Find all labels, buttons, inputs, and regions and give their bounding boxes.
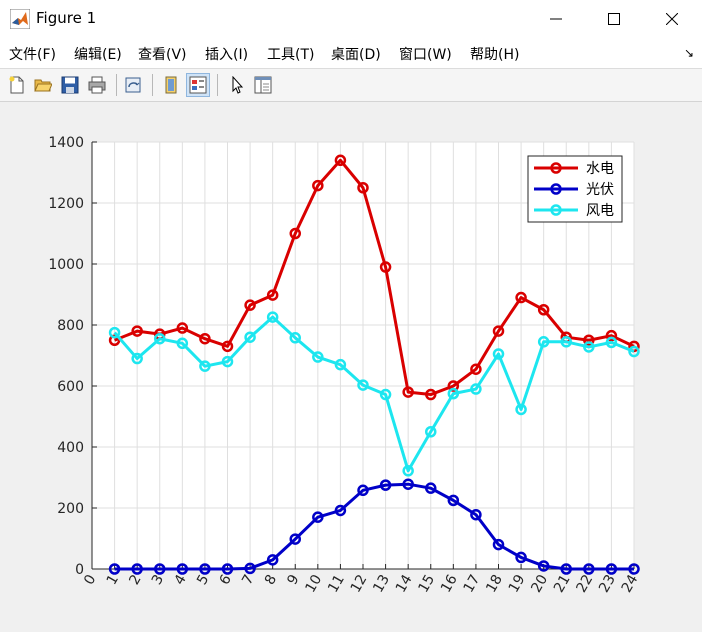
x-tick-label: 14 bbox=[393, 572, 416, 596]
menu-desktop[interactable]: 桌面(D) bbox=[331, 44, 381, 64]
x-tick-label: 12 bbox=[348, 572, 371, 595]
toolbar bbox=[0, 69, 702, 102]
minimize-button[interactable] bbox=[527, 0, 585, 38]
open-file-icon[interactable] bbox=[31, 73, 55, 97]
hide-plot-tools-icon[interactable] bbox=[159, 73, 183, 97]
x-tick-label: 13 bbox=[370, 572, 393, 595]
edit-plot-icon[interactable] bbox=[225, 73, 249, 97]
menu-edit[interactable]: 编辑(E) bbox=[74, 44, 122, 64]
y-tick-label: 200 bbox=[57, 501, 84, 517]
toolbar-separator bbox=[152, 74, 153, 96]
x-tick-label: 22 bbox=[574, 572, 597, 595]
dock-arrow-icon[interactable]: ↘ bbox=[684, 46, 694, 60]
show-plot-tools-icon[interactable] bbox=[186, 73, 210, 97]
x-tick-label: 15 bbox=[415, 572, 438, 595]
menu-bar: 文件(F) 编辑(E) 查看(V) 插入(I) 工具(T) 桌面(D) 窗口(W… bbox=[0, 38, 702, 69]
x-tick-label: 19 bbox=[506, 572, 529, 595]
title-bar: Figure 1 bbox=[0, 0, 702, 38]
close-icon bbox=[666, 13, 678, 25]
y-tick-label: 600 bbox=[57, 379, 84, 395]
maximize-icon bbox=[608, 13, 620, 25]
menu-tools[interactable]: 工具(T) bbox=[267, 44, 314, 64]
toolbar-separator bbox=[217, 74, 218, 96]
window-title: Figure 1 bbox=[36, 9, 97, 27]
maximize-button[interactable] bbox=[585, 0, 643, 38]
menu-file[interactable]: 文件(F) bbox=[9, 44, 56, 64]
x-tick-label: 10 bbox=[303, 572, 326, 595]
y-tick-label: 400 bbox=[57, 440, 84, 456]
y-tick-label: 1200 bbox=[48, 196, 84, 212]
x-tick-label: 20 bbox=[528, 572, 551, 595]
toolbar-separator bbox=[116, 74, 117, 96]
line-chart: 0 1 2 3 4 5 6 7 8 9 10 11 12 13 14 15 16 17 18 19 20 21 22 23 24… bbox=[48, 135, 642, 596]
menu-window[interactable]: 窗口(W) bbox=[399, 44, 452, 64]
x-tick-label: 23 bbox=[596, 572, 619, 595]
y-tick-label: 1000 bbox=[48, 257, 84, 273]
legend-label: 水电 bbox=[586, 161, 614, 177]
x-tick-label: 8 bbox=[262, 572, 280, 588]
x-tick-label: 18 bbox=[483, 572, 506, 595]
x-tick-label: 7 bbox=[239, 572, 257, 588]
save-figure-icon[interactable] bbox=[58, 73, 82, 97]
x-tick-label: 9 bbox=[284, 572, 302, 588]
x-tick-label: 24 bbox=[619, 572, 642, 596]
link-plot-icon[interactable] bbox=[121, 73, 145, 97]
menu-insert[interactable]: 插入(I) bbox=[205, 44, 248, 64]
legend-label: 光伏 bbox=[586, 182, 614, 198]
y-tick-label: 800 bbox=[57, 318, 84, 334]
x-tick-label: 11 bbox=[325, 572, 348, 595]
y-tick-label: 0 bbox=[75, 562, 84, 578]
figure-canvas: 0 1 2 3 4 5 6 7 8 9 10 11 12 13 14 15 16 17 18 19 20 21 22 23 24… bbox=[0, 102, 702, 628]
menu-view[interactable]: 查看(V) bbox=[138, 44, 187, 64]
x-tick-label: 16 bbox=[438, 572, 461, 596]
close-button[interactable] bbox=[643, 0, 701, 38]
x-tick-label: 17 bbox=[461, 572, 484, 595]
new-figure-icon[interactable] bbox=[5, 73, 29, 97]
property-inspector-icon[interactable] bbox=[251, 73, 275, 97]
print-figure-icon[interactable] bbox=[85, 73, 109, 97]
menu-help[interactable]: 帮助(H) bbox=[470, 44, 519, 64]
x-tick-label: 21 bbox=[551, 572, 574, 595]
minimize-icon bbox=[550, 18, 562, 20]
y-tick-label: 1400 bbox=[48, 135, 84, 151]
matlab-icon bbox=[10, 9, 30, 29]
legend-label: 风电 bbox=[586, 203, 614, 219]
